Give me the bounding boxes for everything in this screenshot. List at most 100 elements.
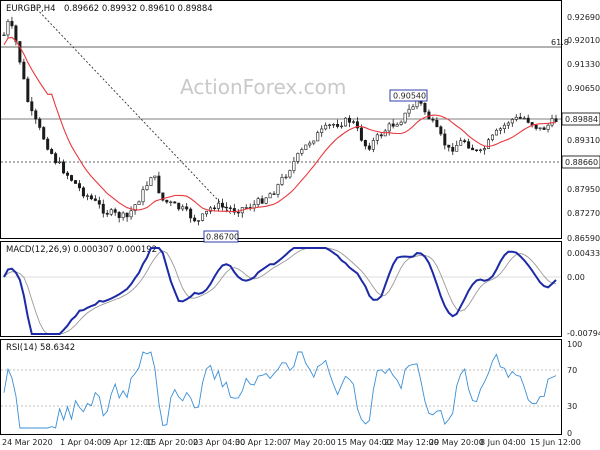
time-tick: 7 May 20:00 — [286, 438, 336, 447]
candle-body — [483, 148, 487, 151]
low-annotation: 0.86700 — [206, 233, 239, 242]
candle-body — [502, 124, 506, 129]
candle-body — [77, 183, 81, 189]
candle-body — [224, 206, 228, 209]
macd-tick: 0.00 — [567, 273, 585, 282]
candle-body — [26, 78, 30, 102]
candle-body — [280, 177, 284, 185]
candle-body — [58, 161, 62, 164]
rsi-tick: 0 — [567, 429, 572, 438]
macd-tick: -0.007945 — [567, 329, 600, 338]
candle-body — [260, 198, 264, 204]
candle-body — [546, 124, 550, 130]
candle-body — [296, 153, 300, 162]
candle-body — [70, 175, 74, 181]
candle-body — [526, 117, 530, 123]
high-annotation: 0.90540 — [393, 92, 426, 101]
candle-body — [14, 25, 18, 42]
watermark: ActionForex.com — [180, 75, 346, 99]
candle-body — [177, 202, 181, 210]
current-price-value: 0.89884 — [565, 115, 598, 124]
candle-body — [332, 124, 336, 126]
candle-body — [34, 110, 38, 120]
candle-body — [205, 210, 209, 215]
candle-body — [479, 149, 483, 151]
candle-body — [347, 117, 351, 123]
candle-body — [197, 220, 201, 222]
candle-body — [201, 213, 205, 221]
candle-body — [399, 121, 403, 125]
candle-body — [300, 149, 304, 154]
chart-svg: ActionForex.com EURGBP,H4 0.89662 0.8993… — [0, 0, 600, 447]
candle-body — [141, 189, 145, 203]
candle-body — [165, 199, 169, 203]
candle-body — [554, 118, 558, 122]
candle-body — [522, 117, 526, 120]
candle-body — [169, 201, 173, 204]
candle-body — [506, 122, 510, 126]
candle-body — [415, 100, 419, 108]
candle-body — [494, 129, 498, 136]
candle-body — [383, 130, 387, 137]
candle-body — [46, 138, 50, 150]
candle-body — [125, 212, 129, 218]
candle-body — [97, 200, 101, 205]
candle-body — [379, 134, 383, 137]
time-tick: 24 Mar 2020 — [2, 438, 53, 447]
candle-body — [22, 61, 26, 80]
candle-body — [109, 209, 113, 215]
candle-body — [467, 141, 471, 149]
candle-body — [451, 146, 455, 152]
candle-body — [371, 140, 375, 150]
candle-body — [121, 212, 125, 218]
candle-body — [471, 147, 475, 151]
candle-body — [153, 175, 157, 178]
candle-body — [50, 149, 54, 154]
price-tick: 0.90650 — [567, 84, 600, 93]
candle-body — [324, 124, 328, 130]
candle-body — [54, 153, 58, 164]
candle-body — [463, 140, 467, 142]
candle-body — [2, 34, 6, 37]
candle-body — [367, 145, 371, 150]
candle-body — [216, 202, 220, 209]
rsi-tick: 30 — [567, 402, 577, 411]
candle-body — [42, 127, 46, 140]
candle-body — [359, 127, 363, 141]
rsi-tick: 100 — [567, 340, 582, 349]
macd-panel — [0, 241, 562, 337]
candle-body — [439, 126, 443, 135]
candle-body — [411, 106, 415, 110]
candle-body — [145, 185, 149, 190]
macd-title: MACD(12,26,9) 0.000307 0.000192 — [6, 245, 157, 255]
candle-body — [284, 176, 288, 179]
time-tick: 30 Apr 12:00 — [235, 438, 287, 447]
fib-61-8-label: 61.8 — [551, 38, 569, 47]
candle-body — [490, 134, 494, 141]
rsi-title: RSI(14) 58.6342 — [6, 343, 75, 353]
candle-body — [391, 123, 395, 127]
candle-body — [93, 198, 97, 201]
candle-body — [129, 210, 133, 218]
candle-body — [351, 121, 355, 123]
candle-body — [113, 209, 117, 213]
time-tick: 1 Apr 04:00 — [60, 438, 107, 447]
time-tick: 15 Apr 20:00 — [146, 438, 198, 447]
price-tick: 0.87270 — [567, 209, 600, 218]
candle-body — [73, 180, 77, 184]
price-panel — [0, 0, 562, 239]
candle-body — [30, 101, 34, 112]
candle-body — [18, 41, 22, 63]
candle-body — [518, 116, 522, 119]
candle-body — [117, 212, 121, 218]
candle-body — [498, 128, 502, 131]
candle-body — [308, 142, 312, 146]
candle-body — [228, 207, 232, 209]
candle-body — [149, 177, 153, 186]
candle-body — [181, 206, 185, 210]
price-y-axis: 0.92690 0.92010 0.91330 0.90650 0.89310 … — [567, 13, 600, 243]
candle-body — [486, 139, 490, 149]
candle-body — [292, 161, 296, 171]
candle-body — [236, 211, 240, 214]
candle-body — [189, 208, 193, 219]
